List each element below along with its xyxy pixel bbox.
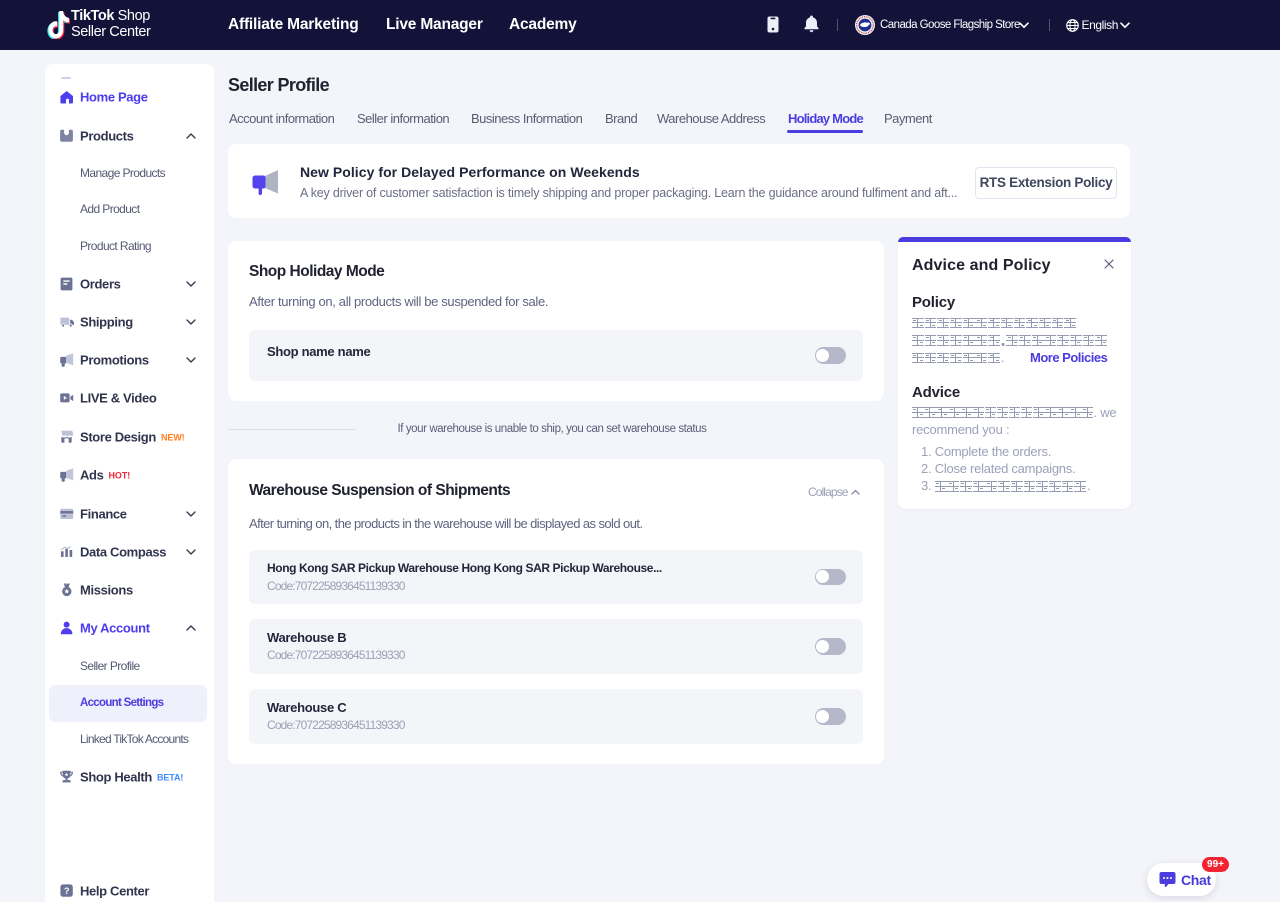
svg-text:?: ? <box>64 885 69 895</box>
